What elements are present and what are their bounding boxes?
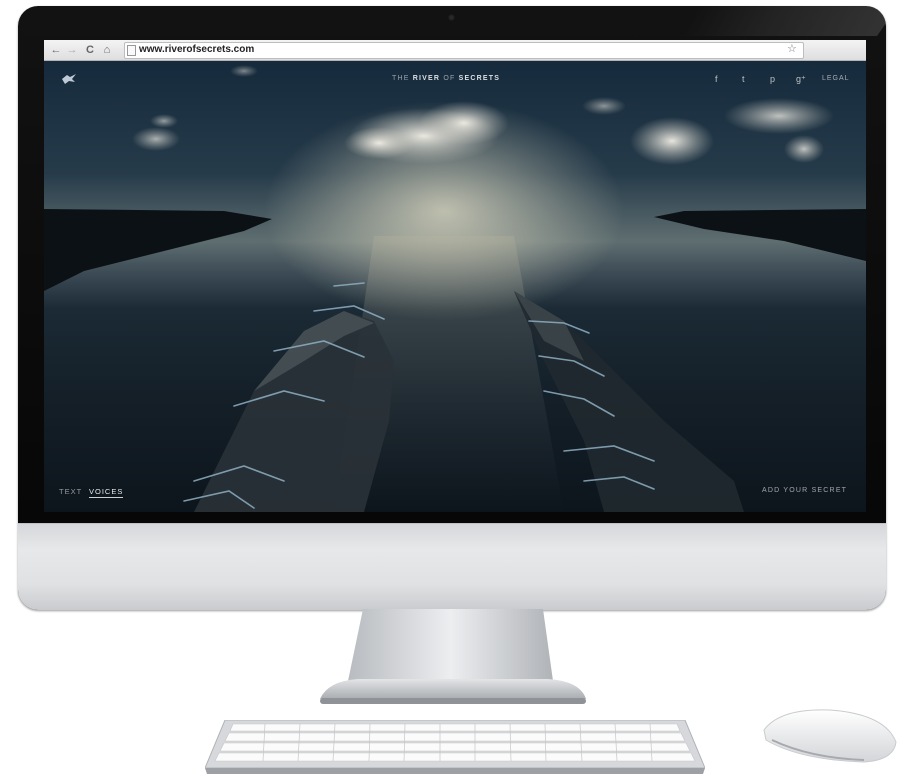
title-river: RIVER <box>412 75 441 82</box>
title-the: THE <box>392 75 410 82</box>
twitter-icon[interactable]: t <box>742 74 745 84</box>
monitor-chin <box>18 523 886 610</box>
keyboard <box>205 720 705 774</box>
forward-arrow-icon[interactable]: → <box>65 42 79 58</box>
browser-toolbar: ← → C ⌂ www.riverofsecrets.com ☆ <box>44 40 866 61</box>
star-icon[interactable]: ☆ <box>787 42 797 55</box>
screen: ← → C ⌂ www.riverofsecrets.com ☆ THE RIV… <box>44 40 866 512</box>
screen-glare <box>676 6 886 36</box>
home-icon[interactable]: ⌂ <box>100 42 114 58</box>
facebook-icon[interactable]: f <box>715 74 718 84</box>
imac-monitor: ← → C ⌂ www.riverofsecrets.com ☆ THE RIV… <box>18 6 886 610</box>
legal-link[interactable]: LEGAL <box>822 75 850 82</box>
river-scene-image <box>44 65 866 512</box>
logo-bird-icon[interactable] <box>61 73 77 85</box>
site-title[interactable]: THE RIVER OF SECRETS <box>392 75 500 82</box>
pinterest-icon[interactable]: p <box>770 74 775 84</box>
tab-voices[interactable]: VOICES <box>89 487 124 498</box>
add-your-secret-button[interactable]: ADD YOUR SECRET <box>762 487 847 494</box>
title-secrets: SECRETS <box>458 75 501 82</box>
address-bar[interactable]: www.riverofsecrets.com <box>124 42 804 59</box>
monitor-stand <box>320 609 586 704</box>
camera <box>448 14 455 21</box>
magic-mouse <box>763 709 897 763</box>
river-of-secrets-page: THE RIVER OF SECRETS f t p g⁺ LEGAL TEXT… <box>44 61 866 512</box>
title-of: OF <box>443 75 456 82</box>
reload-icon[interactable]: C <box>83 42 97 58</box>
googleplus-icon[interactable]: g⁺ <box>796 74 806 85</box>
tab-text[interactable]: TEXT <box>59 487 82 496</box>
page-icon <box>127 45 136 56</box>
back-arrow-icon[interactable]: ← <box>49 42 63 58</box>
url-text: www.riverofsecrets.com <box>139 44 255 55</box>
